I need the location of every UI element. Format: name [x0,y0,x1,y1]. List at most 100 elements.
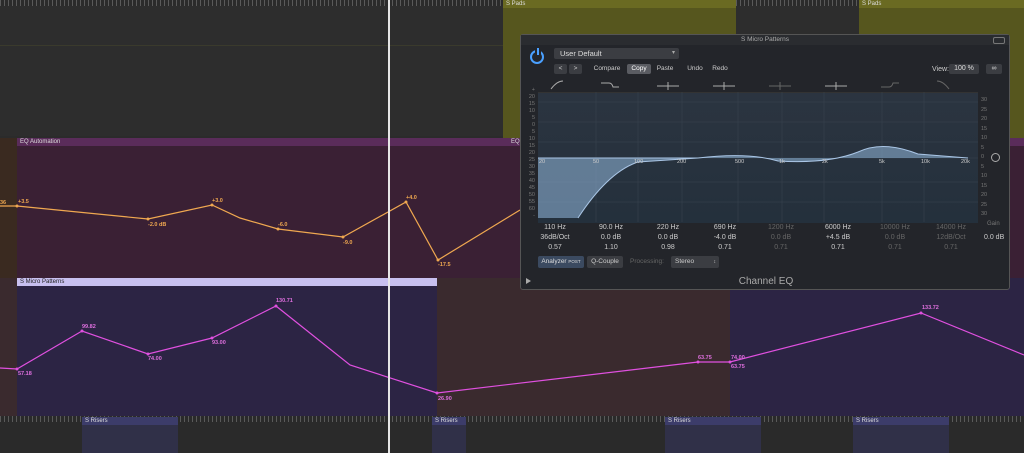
band-8-gain[interactable]: 12dB/Oct [927,234,975,241]
band-type-icons[interactable] [539,79,979,93]
band-4-gain[interactable]: -4.0 dB [701,234,749,241]
highshelf-icon [881,82,899,88]
view-zoom-menu[interactable]: 100 % [949,64,979,74]
db-tick: 20 [528,150,535,156]
db-tick: 15 [981,182,988,189]
db-tick: 30 [981,97,988,103]
band-1-q[interactable]: 0.57 [531,244,579,251]
band-5-q[interactable]: 0.71 [757,244,805,251]
micro-automation-nodes[interactable] [15,304,923,395]
eq-automation-curve[interactable] [0,201,521,261]
micro-point-label: 133.72 [922,305,939,311]
db-tick: 10 [981,135,988,141]
compare-button[interactable]: Compare [591,64,623,74]
bell-icon [657,82,679,90]
db-tick: 10 [528,108,535,114]
db-tick: 5 [981,163,985,170]
eq-point-label: +4.0 [406,195,417,201]
db-scale-left: + 20 15 10 5 0 5 10 15 20 25 30 35 40 45… [525,87,535,220]
processing-menu[interactable]: Stereo ↕ [671,256,719,268]
db-tick: 30 [528,164,535,170]
band-1-freq[interactable]: 110 Hz [531,224,579,231]
copy-button[interactable]: Copy [627,64,651,74]
db-tick: 0 [531,122,535,128]
db-tick: 5 [981,144,985,151]
band-2-freq[interactable]: 90.0 Hz [587,224,635,231]
plugin-name: Channel EQ [738,276,794,287]
band-2-gain[interactable]: 0.0 dB [587,234,635,241]
eq-point-label: +3.0 [212,198,223,204]
undo-button[interactable]: Undo [684,64,706,74]
db-tick: 15 [981,125,988,132]
processing-label: Processing: [630,258,664,265]
band-1-gain[interactable]: 36dB/Oct [531,234,579,241]
db-tick: + [531,87,535,93]
band-2-q[interactable]: 1.10 [587,244,635,251]
next-preset-button[interactable]: > [569,64,582,74]
band-7-gain[interactable]: 0.0 dB [871,234,919,241]
band-3-freq[interactable]: 220 Hz [644,224,692,231]
power-icon[interactable] [530,48,544,64]
preset-menu[interactable]: User Default ▾ [554,48,679,59]
micro-point-label: 26.90 [438,396,452,402]
analyzer-button[interactable]: Analyzer POST [538,256,584,268]
disclosure-triangle-icon[interactable] [526,278,531,284]
band-5-gain[interactable]: 0.0 dB [757,234,805,241]
eq-point-label: -2.0 dB [148,222,167,228]
bell-icon [825,82,847,90]
bell-icon [769,82,791,90]
band-4-q[interactable]: 0.71 [701,244,749,251]
plugin-title-bar[interactable]: S Micro Patterns [521,35,1009,45]
view-label: View: [932,66,949,73]
playhead[interactable] [388,0,390,453]
db-tick: 20 [981,116,988,122]
micro-point-label: 63.75 [731,364,745,370]
db-tick: 25 [981,201,988,208]
q-couple-button[interactable]: Q-Couple [587,256,623,268]
micro-automation-curve[interactable] [0,305,1024,394]
gain-knob[interactable] [991,153,1000,162]
band-6-q[interactable]: 0.71 [814,244,862,251]
db-tick: 10 [528,136,535,142]
micro-point-label: 130.71 [276,298,293,304]
band-6-gain[interactable]: +4.5 dB [814,234,862,241]
band-4-freq[interactable]: 690 Hz [701,224,749,231]
db-tick: 25 [528,157,535,163]
processing-value: Stereo [675,258,695,265]
analyzer-post-label: POST [568,259,581,264]
window-resize-icon[interactable] [993,37,1005,44]
freq-tick: 10k [921,159,930,165]
band-3-gain[interactable]: 0.0 dB [644,234,692,241]
prev-preset-button[interactable]: < [554,64,567,74]
link-icon[interactable]: ∞ [986,64,1002,74]
band-7-freq[interactable]: 10000 Hz [871,224,919,231]
db-tick: 25 [981,106,988,113]
freq-tick: 50 [593,159,600,165]
gain-value[interactable]: 0.0 dB [984,234,1004,241]
band-3-q[interactable]: 0.98 [644,244,692,251]
band-8-freq[interactable]: 14000 Hz [927,224,975,231]
db-tick: 45 [528,185,535,191]
db-tick: 5 [531,129,535,135]
band-7-q[interactable]: 0.71 [871,244,919,251]
redo-button[interactable]: Redo [709,64,731,74]
band-6-freq[interactable]: 6000 Hz [814,224,862,231]
preset-name: User Default [560,49,602,58]
micro-point-label: 93.00 [212,340,226,346]
freq-tick: 2k [822,159,828,165]
eq-curve-display[interactable] [538,92,978,222]
paste-button[interactable]: Paste [653,64,677,74]
freq-tick: 1k [779,159,785,165]
eq-automation-nodes[interactable] [15,200,440,262]
freq-tick: 20 [539,159,546,165]
db-tick: 60 [528,206,535,212]
db-tick: 10 [981,173,988,179]
db-tick: 15 [528,101,535,107]
band-8-q[interactable]: 0.71 [927,244,975,251]
channel-eq-window[interactable]: S Micro Patterns User Default ▾ < > Comp… [520,34,1010,290]
db-tick: 40 [528,178,535,184]
band-5-freq[interactable]: 1200 Hz [757,224,805,231]
freq-tick: 200 [677,159,687,165]
eq-point-label: +3.5 [18,199,29,205]
eq-point-label: -17.5 [438,262,451,268]
